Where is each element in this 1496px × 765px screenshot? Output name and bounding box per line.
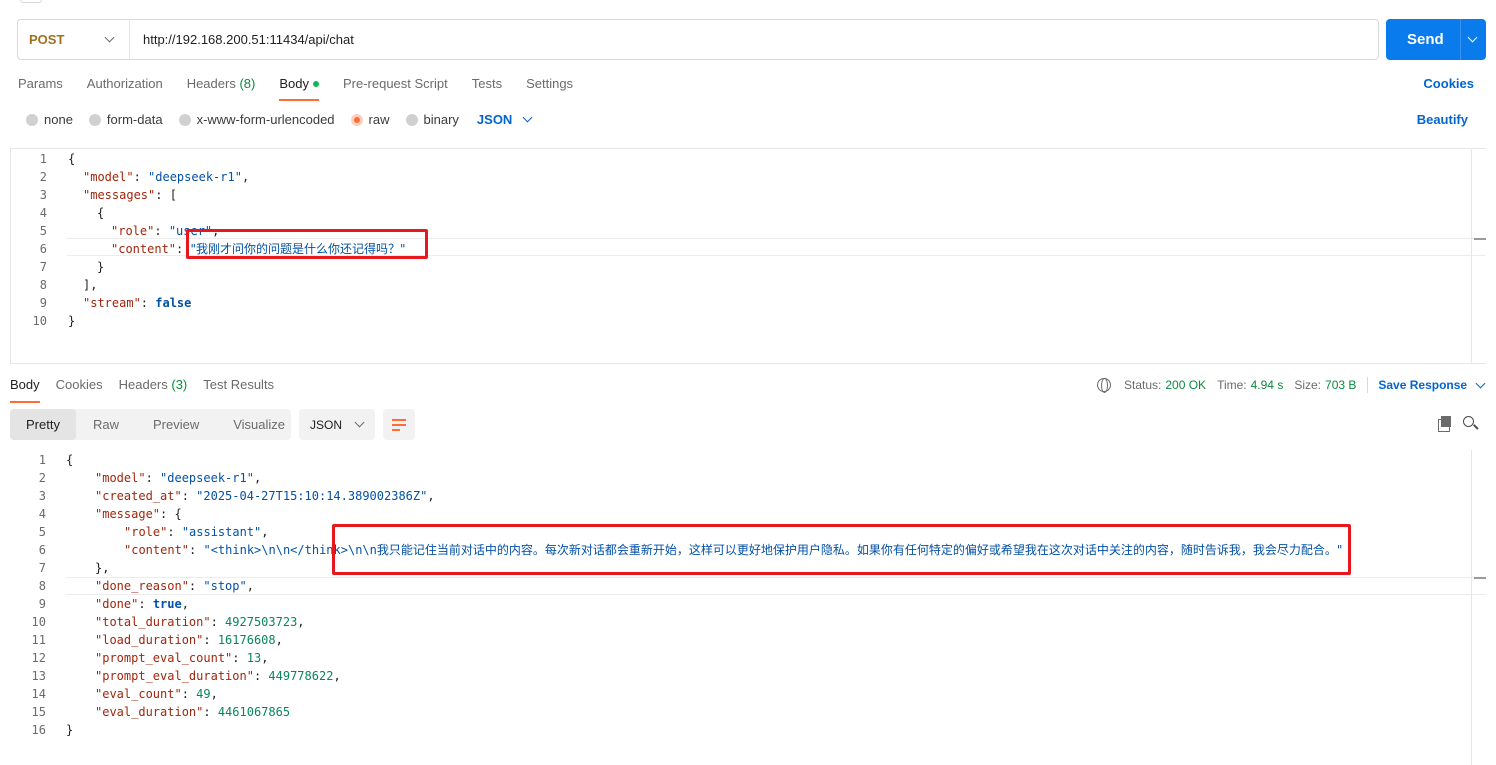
view-preview[interactable]: Preview	[136, 409, 216, 440]
response-format-select[interactable]: JSON	[299, 409, 375, 440]
globe-icon[interactable]	[1097, 378, 1111, 393]
url-input[interactable]: http://192.168.200.51:11434/api/chat	[130, 32, 354, 47]
chevron-down-icon	[1475, 378, 1486, 388]
beautify-link[interactable]: Beautify	[1417, 112, 1468, 127]
radio-binary[interactable]: binary	[405, 112, 459, 127]
divider	[1367, 377, 1369, 393]
tab-headers[interactable]: Headers (8)	[187, 76, 256, 100]
radio-selected-icon	[350, 113, 363, 126]
search-icon[interactable]	[1463, 416, 1474, 427]
scroll-marker	[1474, 238, 1486, 240]
chevron-down-icon	[354, 417, 365, 428]
cookies-link[interactable]: Cookies	[1423, 76, 1474, 91]
current-line-highlight	[66, 577, 1486, 595]
chevron-down-icon	[104, 32, 115, 43]
tab-tests[interactable]: Tests	[472, 76, 502, 100]
radio-x-www-form-urlencoded[interactable]: x-www-form-urlencoded	[178, 112, 335, 127]
headers-count: (8)	[239, 76, 256, 91]
tab-response-cookies[interactable]: Cookies	[56, 377, 103, 403]
annotation-box	[332, 524, 1351, 575]
radio-raw[interactable]: raw	[350, 112, 390, 127]
response-tabs: Body Cookies Headers (3) Test Results	[10, 377, 274, 403]
response-meta: Status: 200 OK Time: 4.94 s Size: 703 B Sav…	[1097, 377, 1486, 393]
radio-circle-icon	[405, 113, 418, 126]
modified-dot-icon	[312, 80, 319, 87]
tab-pre-request-script[interactable]: Pre-request Script	[343, 76, 448, 100]
wrap-icon	[392, 419, 406, 421]
annotation-box	[186, 229, 428, 259]
scroll-marker	[1474, 577, 1486, 579]
tab-response-headers[interactable]: Headers (3)	[119, 377, 188, 403]
viewer-scrollbar[interactable]	[1471, 450, 1472, 765]
size-label: Size:	[1294, 378, 1322, 392]
editor-scrollbar[interactable]	[1471, 149, 1472, 363]
send-divider	[1460, 19, 1461, 60]
tab-test-results[interactable]: Test Results	[203, 377, 274, 403]
save-response-button[interactable]: Save Response	[1378, 378, 1486, 392]
tab-params[interactable]: Params	[18, 76, 63, 100]
time-value[interactable]: 4.94 s	[1251, 378, 1284, 392]
radio-form-data[interactable]: form-data	[88, 112, 163, 127]
method-select[interactable]: POST	[18, 20, 130, 59]
response-body-viewer[interactable]: 1{ 2 "model": "deepseek-r1", 3 "created_at…	[0, 450, 1486, 765]
time-label: Time:	[1217, 378, 1247, 392]
top-tab-stub	[20, 0, 42, 3]
chevron-down-icon	[522, 112, 533, 123]
status-value[interactable]: 200 OK	[1165, 378, 1206, 392]
radio-circle-icon	[88, 113, 101, 126]
view-pretty[interactable]: Pretty	[10, 409, 76, 440]
body-type-radios: none form-data x-www-form-urlencoded raw…	[26, 112, 533, 127]
request-tabs: Params Authorization Headers (8) Body Pr…	[18, 76, 573, 101]
wrap-lines-button[interactable]	[383, 409, 415, 440]
method-label: POST	[29, 32, 65, 47]
tab-settings[interactable]: Settings	[526, 76, 573, 100]
send-label: Send	[1407, 31, 1444, 48]
radio-circle-icon	[26, 113, 38, 126]
tab-response-body[interactable]: Body	[10, 377, 40, 403]
body-format-select[interactable]: JSON	[477, 112, 533, 127]
url-bar[interactable]: POST http://192.168.200.51:11434/api/cha…	[17, 19, 1379, 60]
chevron-down-icon[interactable]	[1467, 32, 1478, 43]
response-view-switch: Pretty Raw Preview Visualize	[10, 409, 291, 440]
status-label: Status:	[1124, 378, 1162, 392]
view-raw[interactable]: Raw	[76, 409, 136, 440]
radio-circle-icon	[178, 113, 191, 126]
copy-icon[interactable]	[1438, 416, 1452, 432]
tab-authorization[interactable]: Authorization	[87, 76, 163, 100]
radio-none[interactable]: none	[26, 112, 73, 127]
headers-count: (3)	[171, 377, 188, 392]
send-button[interactable]: Send	[1386, 19, 1486, 60]
size-value[interactable]: 703 B	[1325, 378, 1356, 392]
view-visualize[interactable]: Visualize	[216, 409, 302, 440]
tab-body[interactable]: Body	[279, 76, 319, 101]
